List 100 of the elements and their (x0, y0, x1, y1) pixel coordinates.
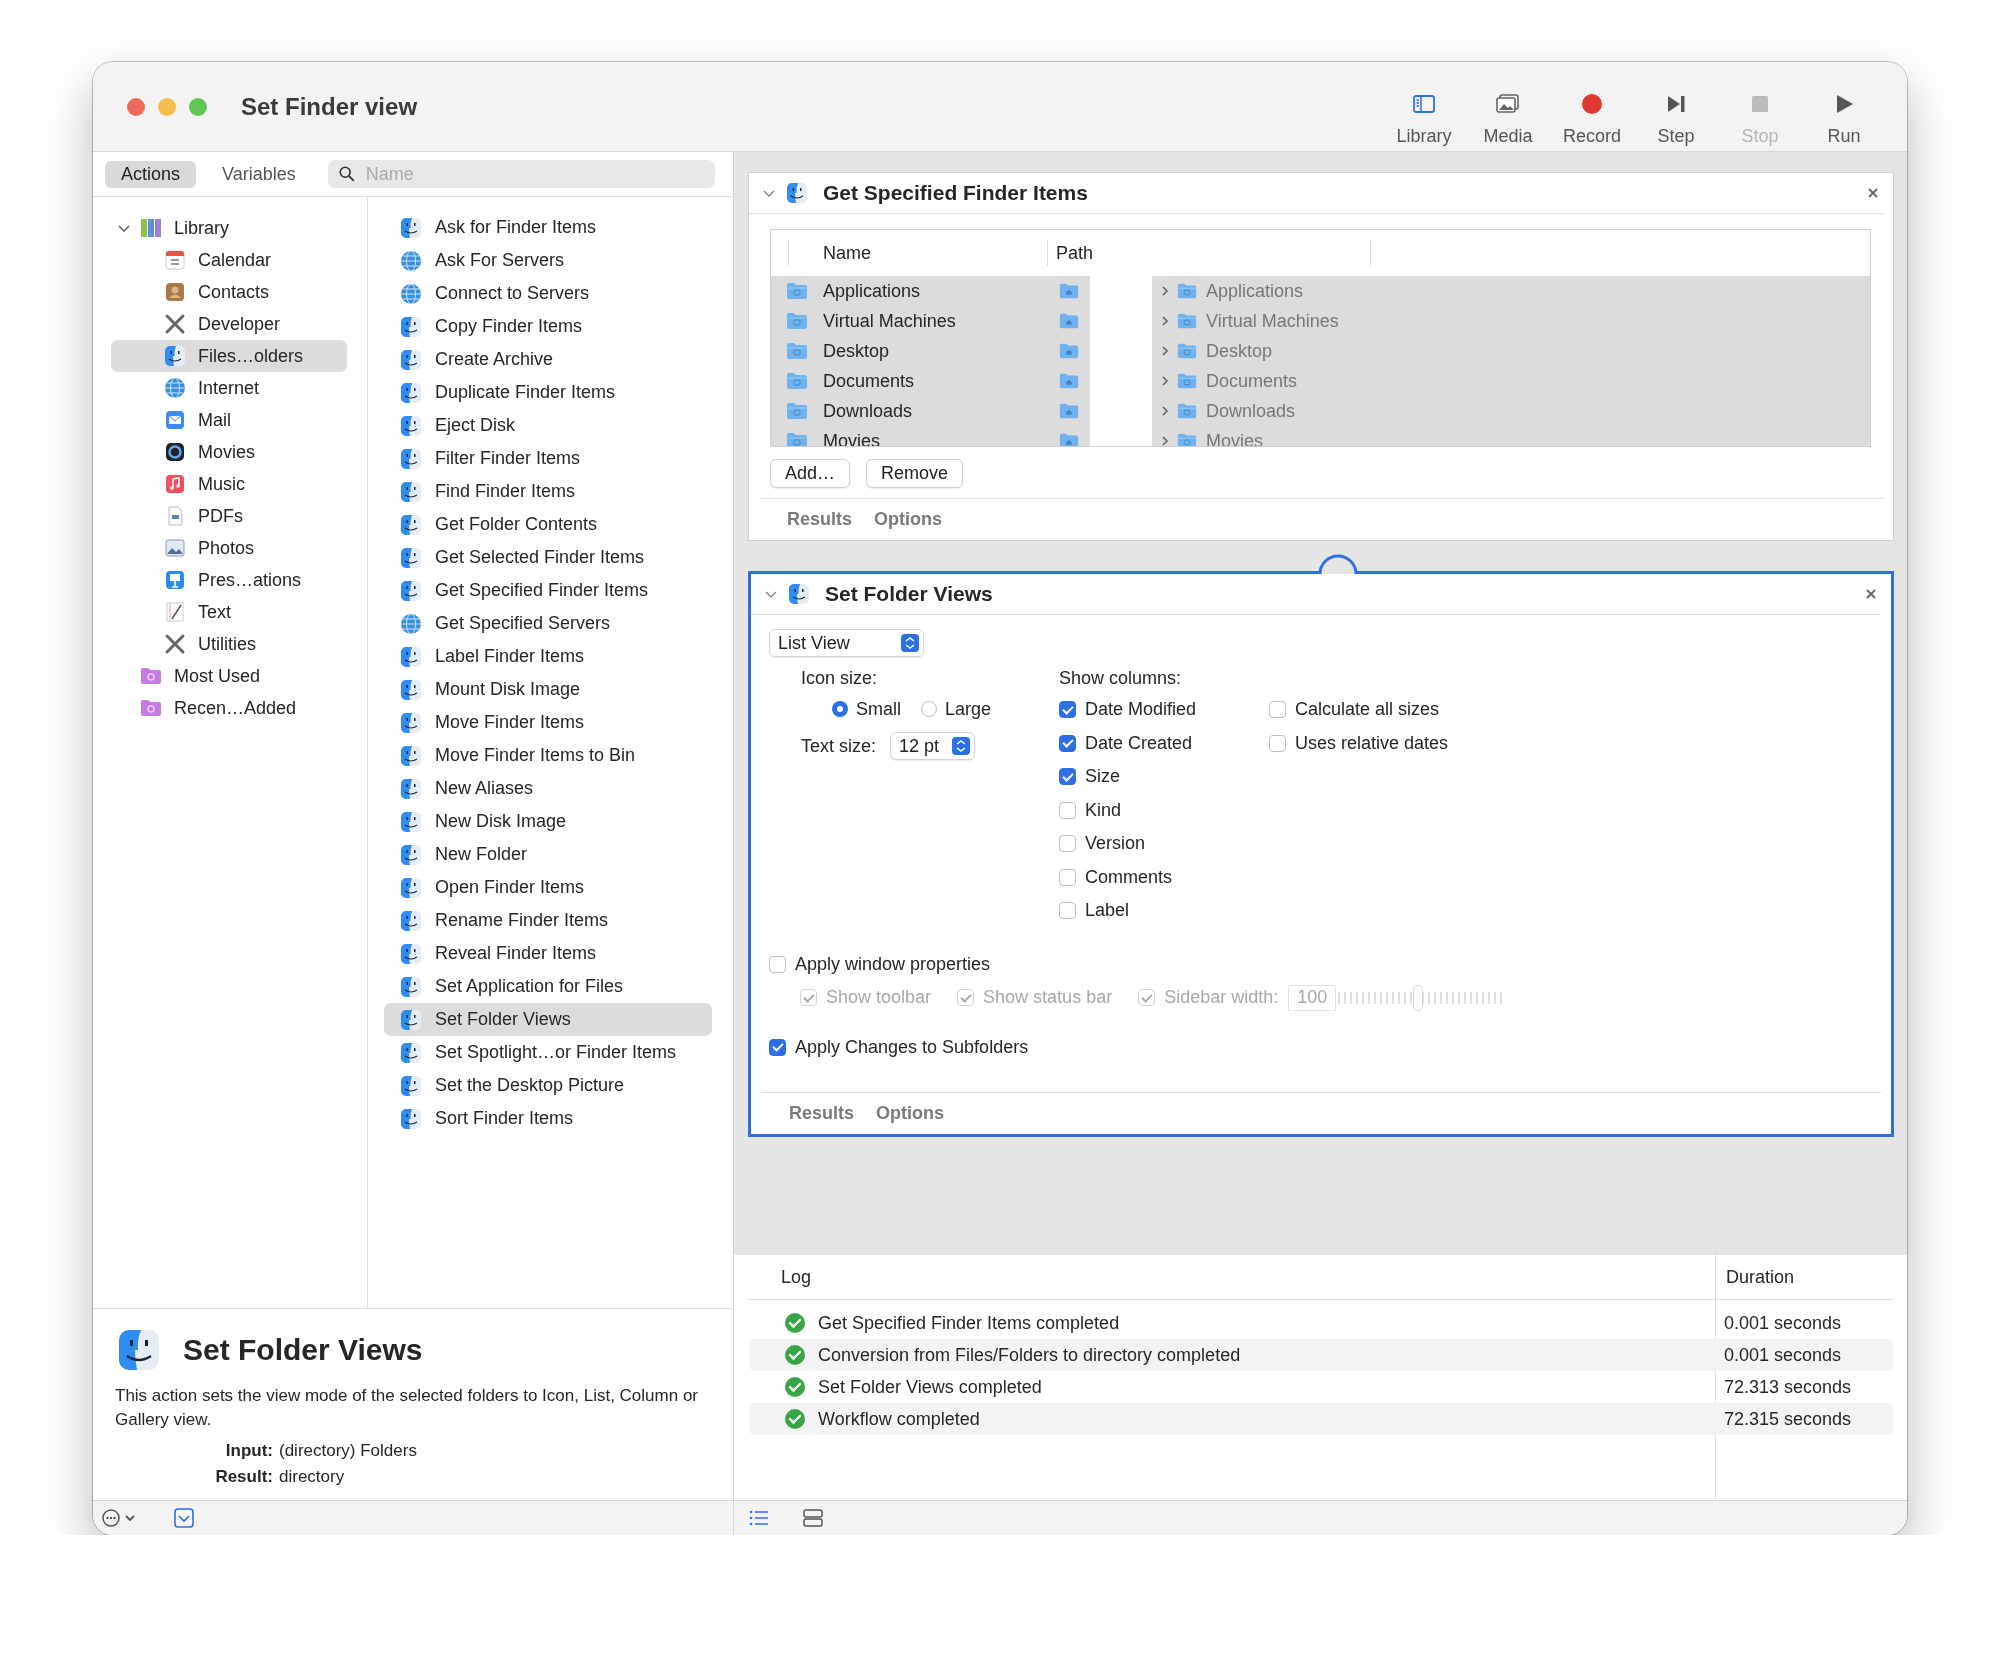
radio-option[interactable]: Large (921, 698, 992, 720)
library-item[interactable]: Movies (111, 436, 347, 468)
action-item[interactable]: Eject Disk (384, 409, 712, 442)
radio-option[interactable]: Small (832, 698, 901, 720)
library-item[interactable]: Developer (111, 308, 347, 340)
chevron-icon (1160, 404, 1170, 418)
checkbox-option[interactable]: Apply window properties (769, 947, 991, 981)
results-options-tab[interactable]: Results (787, 509, 853, 530)
push-button[interactable]: Add… (770, 459, 851, 488)
file-row[interactable]: Documents Documents (771, 366, 1870, 396)
checkbox-option[interactable]: Comments (1059, 860, 1269, 894)
action-item[interactable]: Get Specified Finder Items (384, 574, 712, 607)
action-item[interactable]: Label Finder Items (384, 640, 712, 673)
library-item[interactable]: Most Used (111, 660, 347, 692)
stepper-icon (952, 737, 971, 755)
toolbar-button[interactable]: Step (1637, 80, 1715, 147)
search-field[interactable]: Name (327, 160, 715, 188)
action-item[interactable]: Reveal Finder Items (384, 937, 712, 970)
library-item[interactable]: Pres…ations (111, 564, 347, 596)
checkbox-option[interactable]: Calculate all sizes (1269, 693, 1449, 727)
toolbar-button[interactable]: Record (1553, 80, 1631, 147)
checkbox-option[interactable]: Uses relative dates (1269, 726, 1449, 760)
file-row[interactable]: Desktop Desktop (771, 336, 1870, 366)
file-row[interactable]: Virtual Machines Virtual Machines (771, 306, 1870, 336)
action-item[interactable]: Copy Finder Items (384, 310, 712, 343)
action-item[interactable]: Open Finder Items (384, 871, 712, 904)
action-item[interactable]: Set Folder Views (384, 1003, 712, 1036)
smiley-face-icon (399, 842, 423, 867)
file-name: Movies (823, 430, 880, 446)
action-item[interactable]: Duplicate Finder Items (384, 376, 712, 409)
description-toggle-icon[interactable] (173, 1507, 195, 1529)
library-item[interactable]: Text (111, 596, 347, 628)
action-item[interactable]: Mount Disk Image (384, 673, 712, 706)
push-button[interactable]: Remove (866, 459, 964, 488)
library-item[interactable]: Calendar (111, 244, 347, 276)
toolbar-button[interactable]: Media (1469, 80, 1547, 147)
checkbox-option[interactable]: Date Modified (1059, 693, 1269, 727)
library-item[interactable]: Recen…Added (111, 692, 347, 724)
results-options-tab[interactable]: Options (874, 509, 943, 530)
library-item[interactable]: Library (111, 212, 347, 244)
smiley-face-icon (399, 743, 423, 768)
action-item[interactable]: Move Finder Items to Bin (384, 739, 712, 772)
action-item[interactable]: Find Finder Items (384, 475, 712, 508)
library-item[interactable]: Mail (111, 404, 347, 436)
action-item[interactable]: Get Selected Finder Items (384, 541, 712, 574)
checkbox-option[interactable]: Apply Changes to Subfolders (769, 1030, 1029, 1064)
column-header[interactable]: Duration (1715, 1254, 1795, 1300)
smiley-face-icon (399, 1106, 423, 1131)
action-item[interactable]: Filter Finder Items (384, 442, 712, 475)
action-item[interactable]: New Folder (384, 838, 712, 871)
action-item[interactable]: Sort Finder Items (384, 1102, 712, 1135)
file-row[interactable]: Applications Applications (771, 276, 1870, 306)
toolbar-button[interactable]: Run (1805, 80, 1883, 147)
library-item[interactable]: Internet (111, 372, 347, 404)
action-item[interactable]: Move Finder Items (384, 706, 712, 739)
tab[interactable]: Variables (206, 160, 312, 188)
action-item[interactable]: New Aliases (384, 772, 712, 805)
file-row[interactable]: Downloads Downloads (771, 396, 1870, 426)
results-options-tab[interactable]: Results (789, 1103, 855, 1124)
action-item[interactable]: Rename Finder Items (384, 904, 712, 937)
view-mode-popup[interactable]: List View (769, 629, 924, 657)
column-header[interactable]: Path (1048, 240, 1371, 266)
library-item[interactable]: Utilities (111, 628, 347, 660)
action-item[interactable]: Get Specified Servers (384, 607, 712, 640)
checkbox-option[interactable]: Kind (1059, 793, 1269, 827)
split-view-icon[interactable] (802, 1507, 824, 1529)
checkbox-option[interactable]: Date Created (1059, 726, 1269, 760)
window-close-button[interactable] (127, 97, 145, 116)
folder-views-action-card[interactable] (748, 571, 1894, 1137)
column-header[interactable]: Log (748, 1266, 1715, 1288)
file-row[interactable]: Movies Movies (771, 426, 1870, 446)
library-item[interactable]: Files…olders (111, 340, 347, 372)
library-item[interactable]: Music (111, 468, 347, 500)
results-options-tab[interactable]: Options (876, 1103, 945, 1124)
action-item[interactable]: Set Application for Files (384, 970, 712, 1003)
smiley-face-icon (399, 479, 423, 504)
action-item[interactable]: Create Archive (384, 343, 712, 376)
action-item[interactable]: Set the Desktop Picture (384, 1069, 712, 1102)
finder-items-action-card[interactable]: Get Specified Finder Items Name Path Applications Applications Virtual Machines Virtual Machines Desktop Desktop Documents Documents Downloads Downloads Movies Movies Add… Remove Results Options (748, 172, 1894, 541)
checkbox-option[interactable]: Size (1059, 760, 1269, 794)
column-header[interactable]: Name (789, 240, 1048, 266)
library-item[interactable]: Photos (111, 532, 347, 564)
checkbox-option[interactable]: Version (1059, 827, 1269, 861)
action-item[interactable]: Set Spotlight…or Finder Items (384, 1036, 712, 1069)
text-size-popup[interactable]: 12 pt (890, 732, 976, 760)
notepad-icon (163, 600, 187, 624)
tab[interactable]: Actions (105, 160, 197, 188)
library-item[interactable]: Contacts (111, 276, 347, 308)
action-item[interactable]: Ask For Servers (384, 244, 712, 277)
action-item[interactable]: Get Folder Contents (384, 508, 712, 541)
log-duration: 0.001 seconds (1723, 1312, 1842, 1334)
library-item[interactable]: PDFs (111, 500, 347, 532)
chevron-icon (1160, 434, 1170, 446)
checkbox-option[interactable]: Label (1059, 894, 1269, 928)
chevron-icon (1160, 344, 1170, 358)
action-item[interactable]: New Disk Image (384, 805, 712, 838)
toolbar-button[interactable]: Library (1385, 80, 1463, 147)
action-item[interactable]: Connect to Servers (384, 277, 712, 310)
globe-icon (399, 248, 423, 273)
action-item[interactable]: Ask for Finder Items (384, 211, 712, 244)
